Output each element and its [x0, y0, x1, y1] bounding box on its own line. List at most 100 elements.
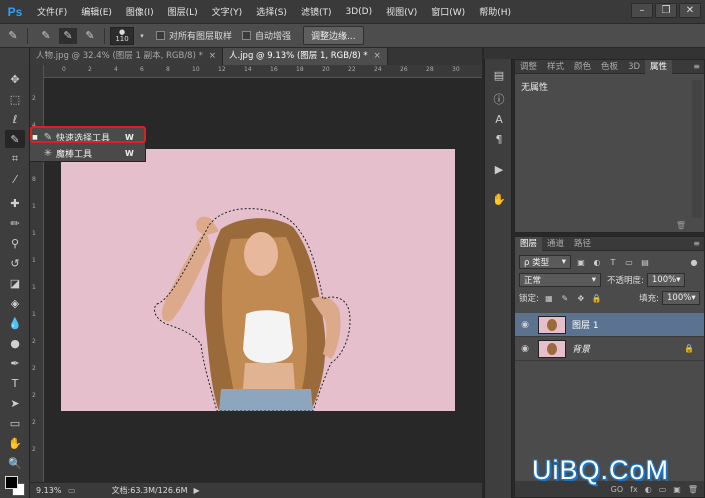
menu-view[interactable]: 视图(V) [379, 5, 424, 18]
chevron-down-icon: ▾ [561, 257, 566, 267]
history-brush-tool-icon[interactable]: ↺ [5, 254, 25, 272]
color-swatches[interactable] [5, 476, 25, 496]
visibility-eye-icon[interactable]: ◉ [515, 344, 535, 354]
quick-selection-tool-icon[interactable]: ✎ [5, 130, 25, 148]
layer-name[interactable]: 背景 [572, 342, 590, 355]
tab-adjustments[interactable]: 调整 [515, 60, 542, 74]
actions-icon[interactable]: ▶ [491, 161, 507, 177]
close-button[interactable]: ✕ [679, 3, 701, 18]
eraser-tool-icon[interactable]: ◪ [5, 274, 25, 292]
menu-filter[interactable]: 滤镜(T) [294, 5, 339, 18]
marquee-tool-icon[interactable]: ⬚ [5, 90, 25, 108]
tab-paths[interactable]: 路径 [569, 237, 596, 251]
filter-toggle-icon[interactable]: ● [688, 256, 700, 268]
healing-brush-tool-icon[interactable]: ✚ [5, 194, 25, 212]
hand-tool-icon[interactable]: ✋ [5, 434, 25, 452]
tab-channels[interactable]: 通道 [542, 237, 569, 251]
foreground-color-swatch[interactable] [5, 476, 18, 489]
dodge-tool-icon[interactable]: ● [5, 334, 25, 352]
layer-name[interactable]: 图层 1 [572, 318, 599, 331]
subtract-selection-icon[interactable]: ✎ [81, 28, 99, 44]
menu-edit[interactable]: 编辑(E) [74, 5, 119, 18]
menu-select[interactable]: 选择(S) [249, 5, 294, 18]
menu-file[interactable]: 文件(F) [30, 5, 74, 18]
character-icon[interactable]: A [491, 111, 507, 127]
close-tab-icon[interactable]: × [374, 51, 381, 61]
layers-panel-tabs: 图层 通道 路径 ≡ [515, 236, 704, 251]
restore-button[interactable]: ❐ [655, 3, 677, 18]
document-canvas[interactable] [61, 149, 455, 411]
paragraph-icon[interactable]: ¶ [491, 131, 507, 147]
eyedropper-tool-icon[interactable]: ⁄ [5, 170, 25, 188]
opacity-input[interactable]: 100% ▾ [646, 273, 685, 287]
chevron-down-icon[interactable]: ▾ [138, 28, 146, 44]
panel-menu-icon[interactable]: ≡ [693, 62, 700, 71]
magic-wand-tool-item[interactable]: ✳ 魔棒工具 W [30, 145, 145, 161]
clone-stamp-tool-icon[interactable]: ⚲ [5, 234, 25, 252]
filter-adjustment-icon[interactable]: ◐ [591, 256, 603, 268]
refine-edge-button[interactable]: 调整边缘... [303, 26, 364, 45]
lock-transparent-icon[interactable]: ▦ [543, 292, 555, 304]
menu-window[interactable]: 窗口(W) [424, 5, 472, 18]
tab-layers[interactable]: 图层 [515, 236, 543, 251]
delete-layer-icon[interactable]: 🗑 [688, 485, 698, 494]
menu-help[interactable]: 帮助(H) [472, 5, 518, 18]
tool-presets-icon[interactable]: ✋ [491, 191, 507, 207]
tool-preset-icon[interactable]: ✎ [4, 28, 22, 44]
layer-row-layer1[interactable]: ◉ 图层 1 [515, 313, 704, 337]
status-menu-arrow-icon[interactable]: ▶ [193, 486, 199, 495]
zoom-level[interactable]: 9.13% [30, 486, 64, 495]
lock-pixels-icon[interactable]: ✎ [559, 292, 571, 304]
zoom-tool-icon[interactable]: 🔍 [5, 454, 25, 472]
auto-enhance-checkbox[interactable]: 自动增强 [242, 29, 291, 42]
visibility-eye-icon[interactable]: ◉ [515, 320, 535, 330]
menu-image[interactable]: 图像(I) [119, 5, 161, 18]
type-tool-icon[interactable]: T [5, 374, 25, 392]
tab-styles[interactable]: 样式 [542, 60, 569, 74]
new-selection-icon[interactable]: ✎ [37, 28, 55, 44]
blend-mode-select[interactable]: 正常 ▾ [519, 273, 601, 287]
tab-color[interactable]: 颜色 [569, 60, 596, 74]
tab-3d[interactable]: 3D [623, 60, 645, 74]
layer-filter-select[interactable]: ρ 类型 ▾ [519, 255, 571, 269]
add-selection-icon[interactable]: ✎ [59, 27, 77, 44]
blur-tool-icon[interactable]: 💧 [5, 314, 25, 332]
paint-bucket-tool-icon[interactable]: ◈ [5, 294, 25, 312]
ruler-tick-label: 1 [32, 257, 36, 264]
fill-input[interactable]: 100% ▾ [662, 291, 700, 305]
pen-tool-icon[interactable]: ✒ [5, 354, 25, 372]
filter-shape-icon[interactable]: ▭ [623, 256, 635, 268]
move-tool-icon[interactable]: ✥ [5, 70, 25, 88]
close-tab-icon[interactable]: × [209, 51, 216, 61]
panel-menu-icon[interactable]: ≡ [693, 239, 700, 248]
brush-tool-icon[interactable]: ✏ [5, 214, 25, 232]
layer-row-background[interactable]: ◉ 背景 🔒 [515, 337, 704, 361]
new-layer-icon[interactable]: ▣ [673, 485, 681, 494]
crop-tool-icon[interactable]: ⌗ [5, 150, 25, 168]
tab-document-2[interactable]: 人.jpg @ 9.13% (图层 1, RGB/8) * × [222, 48, 388, 65]
tab-swatches[interactable]: 色板 [596, 60, 623, 74]
filter-smart-icon[interactable]: ▤ [639, 256, 651, 268]
lasso-tool-icon[interactable]: ℓ [5, 110, 25, 128]
info-icon[interactable]: ⓘ [491, 91, 507, 107]
menu-type[interactable]: 文字(Y) [205, 5, 250, 18]
menu-layer[interactable]: 图层(L) [161, 5, 205, 18]
properties-scrollbar[interactable] [692, 80, 702, 218]
trash-icon[interactable]: 🗑 [676, 221, 686, 230]
filter-type-icon[interactable]: T [607, 256, 619, 268]
shape-tool-icon[interactable]: ▭ [5, 414, 25, 432]
tab-document-1[interactable]: 人物.jpg @ 32.4% (图层 1 副本, RGB/8) * × [30, 48, 223, 65]
filter-pixel-icon[interactable]: ▣ [575, 256, 587, 268]
minimize-button[interactable]: – [631, 3, 653, 18]
brush-size-picker[interactable]: ● 110 [110, 26, 134, 45]
lock-all-icon[interactable]: 🔒 [591, 292, 603, 304]
path-selection-tool-icon[interactable]: ➤ [5, 394, 25, 412]
menu-3d[interactable]: 3D(D) [338, 7, 379, 17]
tab-properties[interactable]: 属性 [645, 59, 673, 74]
checkbox-box[interactable] [242, 31, 252, 40]
ruler-tick-label: 24 [374, 66, 382, 73]
history-icon[interactable]: ▤ [491, 67, 507, 83]
checkbox-box[interactable] [156, 31, 165, 40]
lock-position-icon[interactable]: ✥ [575, 292, 587, 304]
sample-all-layers-checkbox[interactable]: 对所有图层取样 [156, 29, 232, 42]
